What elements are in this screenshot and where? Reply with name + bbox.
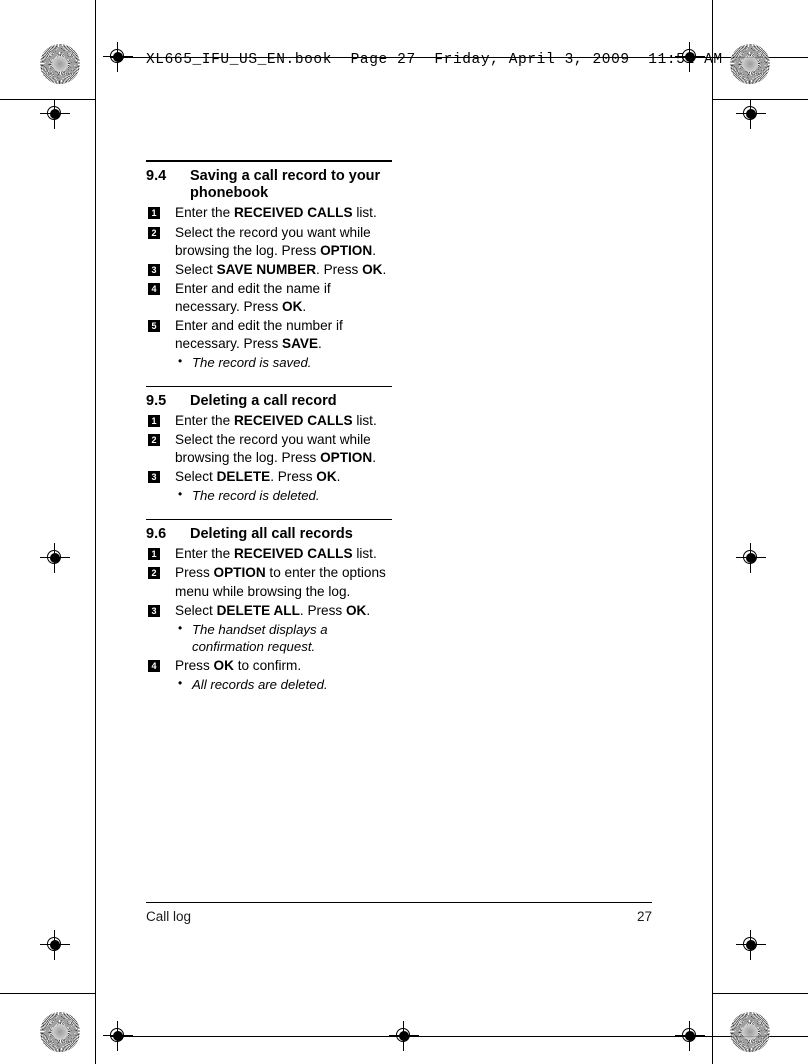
bottom-tick-left [110, 1036, 170, 1037]
starburst-mark-bottom-left [40, 1012, 80, 1052]
section-title: Deleting a call record [190, 393, 337, 410]
registration-target-middle-left [40, 543, 70, 573]
step-item: 2 Select the record you want while browsi… [146, 224, 392, 260]
step-text: Select the record you want while browsin… [175, 432, 376, 466]
starburst-mark-top-right [730, 44, 770, 84]
step-number-badge: 3 [148, 604, 160, 617]
step-text: Enter and edit the number if necessary. … [175, 317, 343, 351]
section-number: 9.4 [146, 167, 167, 184]
step-item: 3 Select DELETE ALL. Press OK. [146, 602, 392, 620]
starburst-mark-top-left [40, 44, 80, 84]
step-text: Press OPTION to enter the options menu w… [175, 565, 386, 599]
section-divider [146, 518, 392, 521]
section-9.6: 9.6 Deleting all call records 1 Enter the R… [146, 518, 392, 694]
registration-target-lower-left [40, 930, 70, 960]
section-number: 9.5 [146, 393, 167, 410]
step-text: Enter the RECEIVED CALLS list. [175, 546, 377, 562]
step-item: 5 Enter and edit the number if necessary.… [146, 317, 392, 353]
note-item: The record is saved. [146, 354, 392, 372]
crop-line-left-vertical [95, 0, 96, 1064]
step-text: Select the record you want while browsin… [175, 224, 376, 258]
section-9.4: 9.4 Saving a call record to your phoneboo… [146, 160, 392, 372]
page-footer: Call log 27 [146, 909, 652, 924]
registration-target-upper-left [40, 99, 70, 129]
note-list: All records are deleted. [146, 676, 392, 694]
note-item: The handset displays a confirmation requ… [146, 621, 392, 656]
step-item: 1 Enter the RECEIVED CALLS list. [146, 204, 392, 222]
step-number-badge: 2 [148, 434, 160, 447]
step-item: 3 Select SAVE NUMBER. Press OK. [146, 261, 392, 279]
step-number-badge: 1 [148, 548, 160, 561]
footer-page-number: 27 [636, 909, 652, 924]
step-item: 1 Enter the RECEIVED CALLS list. [146, 545, 392, 563]
step-item: 4 Enter and edit the name if necessary. P… [146, 280, 392, 316]
note-item: All records are deleted. [146, 676, 392, 694]
step-item: 2 Select the record you want while browsi… [146, 431, 392, 467]
step-text: Press OK to confirm. [175, 657, 302, 673]
step-number-badge: 3 [148, 263, 160, 276]
section-divider [146, 160, 392, 162]
crop-line-bottom-left [0, 993, 95, 994]
step-item: 4 Press OK to confirm. [146, 657, 392, 675]
document-page: XL665_IFU_US_EN.book Page 27 Friday, Apr… [0, 0, 808, 1064]
step-text: Select DELETE ALL. Press OK. [175, 602, 371, 618]
crop-line-bottom-right [712, 993, 808, 994]
section-heading: 9.4 Saving a call record to your phoneboo… [146, 168, 392, 204]
section-9.5: 9.5 Deleting a call record 1 Enter the RECE… [146, 385, 392, 505]
section-title: Saving a call record to your phonebook [190, 167, 381, 202]
registration-target-bottom-right [675, 1021, 705, 1051]
step-item: 1 Enter the RECEIVED CALLS list. [146, 412, 392, 430]
registration-target-lower-right [736, 930, 766, 960]
bottom-tick-center [412, 1036, 464, 1037]
step-number-badge: 2 [148, 567, 160, 580]
note-list: The handset displays a confirmation requ… [146, 621, 392, 656]
footer-rule [146, 902, 652, 903]
section-number: 9.6 [146, 526, 167, 543]
step-number-badge: 3 [148, 471, 160, 484]
note-list: The record is deleted. [146, 487, 392, 505]
crop-line-right-vertical [712, 0, 713, 1064]
step-text: Select SAVE NUMBER. Press OK. [175, 261, 387, 277]
book-file-header: XL665_IFU_US_EN.book Page 27 Friday, Apr… [146, 52, 723, 68]
section-heading: 9.6 Deleting all call records [146, 526, 392, 544]
step-text: Select DELETE. Press OK. [175, 469, 341, 485]
note-list: The record is saved. [146, 354, 392, 372]
step-number-badge: 4 [148, 659, 160, 672]
step-number-badge: 1 [148, 415, 160, 428]
step-list: 1 Enter the RECEIVED CALLS list. 2 Select t… [146, 204, 392, 353]
page-body: 9.4 Saving a call record to your phoneboo… [146, 160, 392, 693]
step-item: 2 Press OPTION to enter the options menu … [146, 564, 392, 600]
step-number-badge: 1 [148, 207, 160, 220]
starburst-mark-bottom-right [730, 1012, 770, 1052]
registration-target-top-left [103, 42, 133, 72]
footer-chapter-label: Call log [146, 909, 192, 924]
step-text: Enter the RECEIVED CALLS list. [175, 413, 377, 429]
registration-target-middle-right [736, 543, 766, 573]
step-list: 1 Enter the RECEIVED CALLS list. 2 Press OP… [146, 545, 392, 693]
step-number-badge: 5 [148, 319, 160, 332]
step-text: Enter the RECEIVED CALLS list. [175, 205, 377, 221]
section-heading: 9.5 Deleting a call record [146, 393, 392, 411]
registration-target-upper-right [736, 99, 766, 129]
step-text: Enter and edit the name if necessary. Pr… [175, 280, 331, 314]
section-title: Deleting all call records [190, 526, 353, 543]
step-number-badge: 2 [148, 226, 160, 239]
section-divider [146, 385, 392, 388]
step-item: 3 Select DELETE. Press OK. [146, 468, 392, 486]
note-item: The record is deleted. [146, 487, 392, 505]
step-list: 1 Enter the RECEIVED CALLS list. 2 Select t… [146, 412, 392, 486]
step-number-badge: 4 [148, 282, 160, 295]
